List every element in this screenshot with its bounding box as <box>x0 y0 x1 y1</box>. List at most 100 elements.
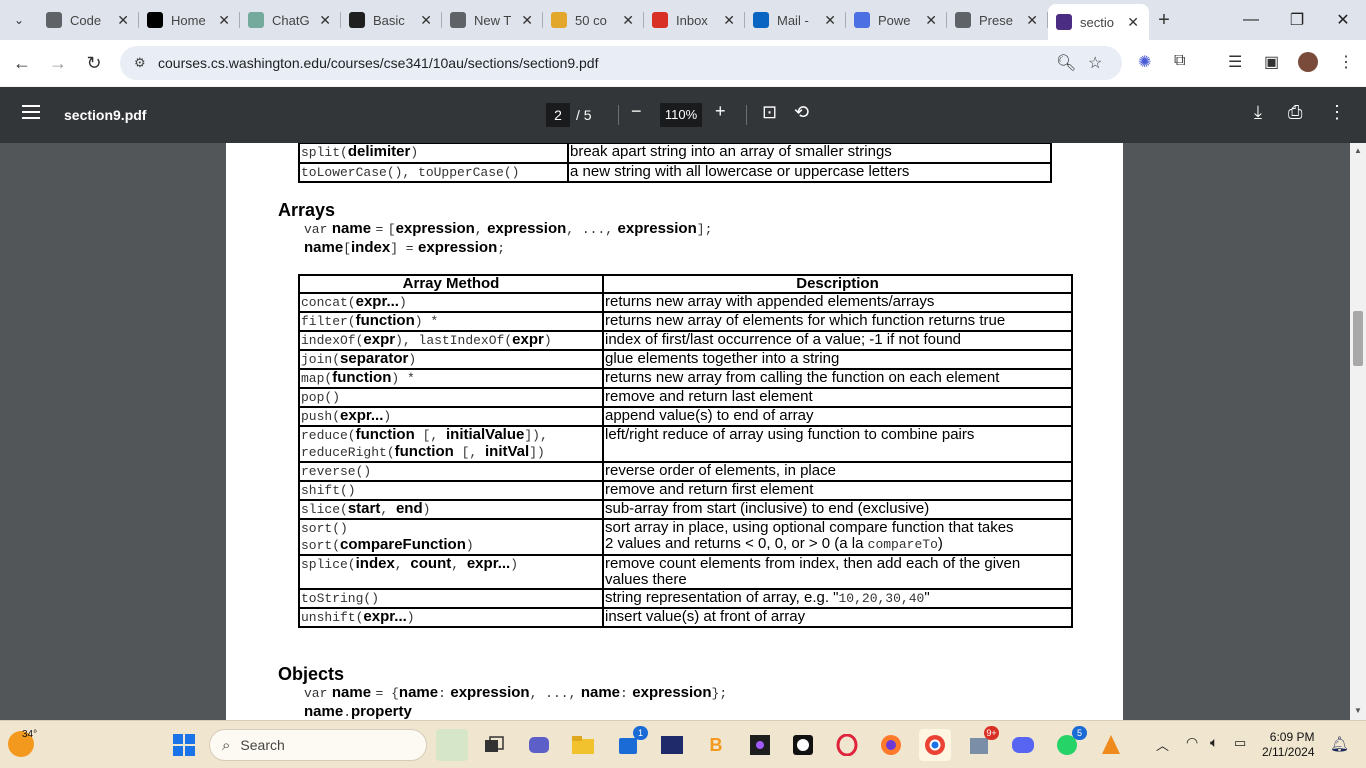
opera-icon[interactable] <box>831 729 863 761</box>
description-cell: remove and return last element <box>602 387 1073 408</box>
close-tab-icon[interactable]: ✕ <box>218 12 230 29</box>
more-menu-icon[interactable]: ⋮ <box>1338 52 1354 72</box>
task-view-icon[interactable] <box>478 729 510 761</box>
meet-icon[interactable] <box>523 729 555 761</box>
table-row: shift() remove and return first element <box>298 480 1073 501</box>
column-header: Description <box>602 274 1073 294</box>
globe-icon <box>955 12 971 28</box>
scroll-up-icon[interactable]: ▲ <box>1354 146 1362 155</box>
apps-icon[interactable]: 9+ <box>963 726 999 761</box>
description-cell: insert value(s) at front of array <box>602 607 1073 628</box>
app-b-icon[interactable]: B <box>700 729 732 761</box>
zoom-out-icon[interactable]: − <box>631 101 642 122</box>
close-window-button[interactable]: ✕ <box>1320 0 1366 40</box>
github-icon[interactable] <box>787 729 819 761</box>
close-tab-icon[interactable]: ✕ <box>622 12 634 29</box>
browser-tab[interactable]: New T ✕ <box>442 0 543 40</box>
extensions-puzzle-icon[interactable]: ⧉ <box>1174 52 1185 70</box>
method-cell: pop() <box>298 387 604 408</box>
pdf-more-icon[interactable]: ⋮ <box>1328 102 1346 123</box>
browser-tab[interactable]: 50 co ✕ <box>543 0 644 40</box>
site-info-icon[interactable]: ⚙ <box>134 55 156 71</box>
tab-search-button[interactable]: ⌄ <box>0 0 38 40</box>
notification-bell-icon[interactable]: 🔔︎ <box>1330 735 1349 753</box>
close-tab-icon[interactable]: ✕ <box>319 12 331 29</box>
download-icon[interactable]: ⤓ <box>1254 102 1262 123</box>
pdf-scrollbar[interactable]: ▲ ▼ <box>1350 143 1366 720</box>
tab-title: Basic <box>373 12 405 28</box>
windows-start-icon[interactable] <box>168 729 200 761</box>
profile-avatar[interactable] <box>1298 52 1318 72</box>
firefox-icon[interactable] <box>875 729 907 761</box>
browser-tab[interactable]: Prese ✕ <box>947 0 1048 40</box>
browser-tab[interactable]: Code ✕ <box>38 0 139 40</box>
whatsapp-icon[interactable]: 5 <box>1051 726 1087 761</box>
close-tab-icon[interactable]: ✕ <box>824 12 836 29</box>
forward-button[interactable]: → <box>40 45 76 81</box>
address-bar[interactable]: ⚙ courses.cs.washington.edu/courses/cse3… <box>120 46 1122 80</box>
bookmark-star-icon[interactable]: ☆ <box>1088 53 1102 73</box>
browser-tab[interactable]: Home ✕ <box>139 0 240 40</box>
method-cell: sort() sort(compareFunction) <box>298 518 604 556</box>
string-methods-table: split(delimiter) break apart string into… <box>298 143 1052 183</box>
close-tab-icon[interactable]: ✕ <box>1026 12 1038 29</box>
hamburger-menu-icon[interactable] <box>22 105 40 123</box>
close-tab-icon[interactable]: ✕ <box>925 12 937 29</box>
reload-button[interactable]: ↻ <box>76 45 112 81</box>
gmail-icon <box>652 12 668 28</box>
browser-tab[interactable]: Basic ✕ <box>341 0 442 40</box>
system-clock[interactable]: 6:09 PM 2/11/2024 <box>1262 730 1315 760</box>
taskbar-search-box[interactable]: ⌕ Search <box>209 729 427 761</box>
fit-page-icon[interactable]: ⊡ <box>762 102 777 123</box>
method-cell: shift() <box>298 480 604 501</box>
table-row: filter(function) * returns new array of e… <box>298 311 1073 332</box>
wifi-icon[interactable]: ◠ <box>1186 734 1198 751</box>
vlc-icon[interactable] <box>1095 729 1127 761</box>
minimize-button[interactable]: — <box>1228 0 1274 40</box>
scrollbar-thumb[interactable] <box>1353 311 1363 366</box>
new-tab-button[interactable]: + <box>1149 9 1179 32</box>
page-number-input[interactable]: 2 <box>546 103 570 127</box>
browser-toolbar: ← → ↻ ⚙ courses.cs.washington.edu/course… <box>0 40 1366 87</box>
close-tab-icon[interactable]: ✕ <box>521 12 533 29</box>
description-cell: returns new array with appended elements… <box>602 292 1073 313</box>
back-button[interactable]: ← <box>4 45 40 81</box>
browser-tab[interactable]: Inbox ✕ <box>644 0 745 40</box>
copilot-pre-icon[interactable] <box>436 729 468 761</box>
rotate-icon[interactable]: ⟲ <box>794 102 809 123</box>
discord-icon[interactable] <box>1007 729 1039 761</box>
description-cell: sub-array from start (inclusive) to end … <box>602 499 1073 520</box>
chrome-icon[interactable] <box>919 729 951 761</box>
close-tab-icon[interactable]: ✕ <box>723 12 735 29</box>
chevron-up-icon[interactable]: ︿ <box>1156 735 1169 754</box>
method-cell: toString() <box>298 588 604 609</box>
file-explorer-icon[interactable] <box>567 729 599 761</box>
browser-tab[interactable]: Mail - ✕ <box>745 0 846 40</box>
table-row: join(separator) glue elements together in… <box>298 349 1073 370</box>
chevron-down-icon: ⌄ <box>13 13 25 27</box>
zoom-level-input[interactable]: 110% <box>660 103 702 127</box>
figma-icon[interactable] <box>744 729 776 761</box>
browser-tab[interactable]: ChatG ✕ <box>240 0 341 40</box>
outlook-icon <box>753 12 769 28</box>
media-control-icon[interactable]: ☰ <box>1228 52 1242 72</box>
vs-code-icon[interactable] <box>656 729 688 761</box>
microsoft-store-icon[interactable]: 1 <box>612 726 648 761</box>
pdf-viewport: split(delimiter) break apart string into… <box>0 143 1350 720</box>
zoom-in-icon[interactable]: + <box>715 101 726 122</box>
scroll-down-icon[interactable]: ▼ <box>1354 706 1362 715</box>
volume-icon[interactable]: 🔈︎ <box>1210 734 1218 751</box>
browser-tab[interactable]: Powe ✕ <box>846 0 947 40</box>
close-tab-icon[interactable]: ✕ <box>420 12 432 29</box>
print-icon[interactable]: ⎙ <box>1288 102 1302 123</box>
extension-icon[interactable]: ✺ <box>1138 52 1151 72</box>
browser-tab[interactable]: sectio ✕ <box>1048 4 1149 40</box>
close-tab-icon[interactable]: ✕ <box>117 12 129 29</box>
close-tab-icon[interactable]: ✕ <box>1127 14 1139 31</box>
battery-icon[interactable]: ▭ <box>1234 735 1246 751</box>
column-header: Array Method <box>298 274 604 294</box>
side-panel-icon[interactable]: ▣ <box>1264 52 1279 72</box>
restore-button[interactable]: ❐ <box>1274 0 1320 40</box>
tab-title: ChatG <box>272 12 310 28</box>
zoom-icon[interactable]: 🔍︎ <box>1056 53 1076 73</box>
